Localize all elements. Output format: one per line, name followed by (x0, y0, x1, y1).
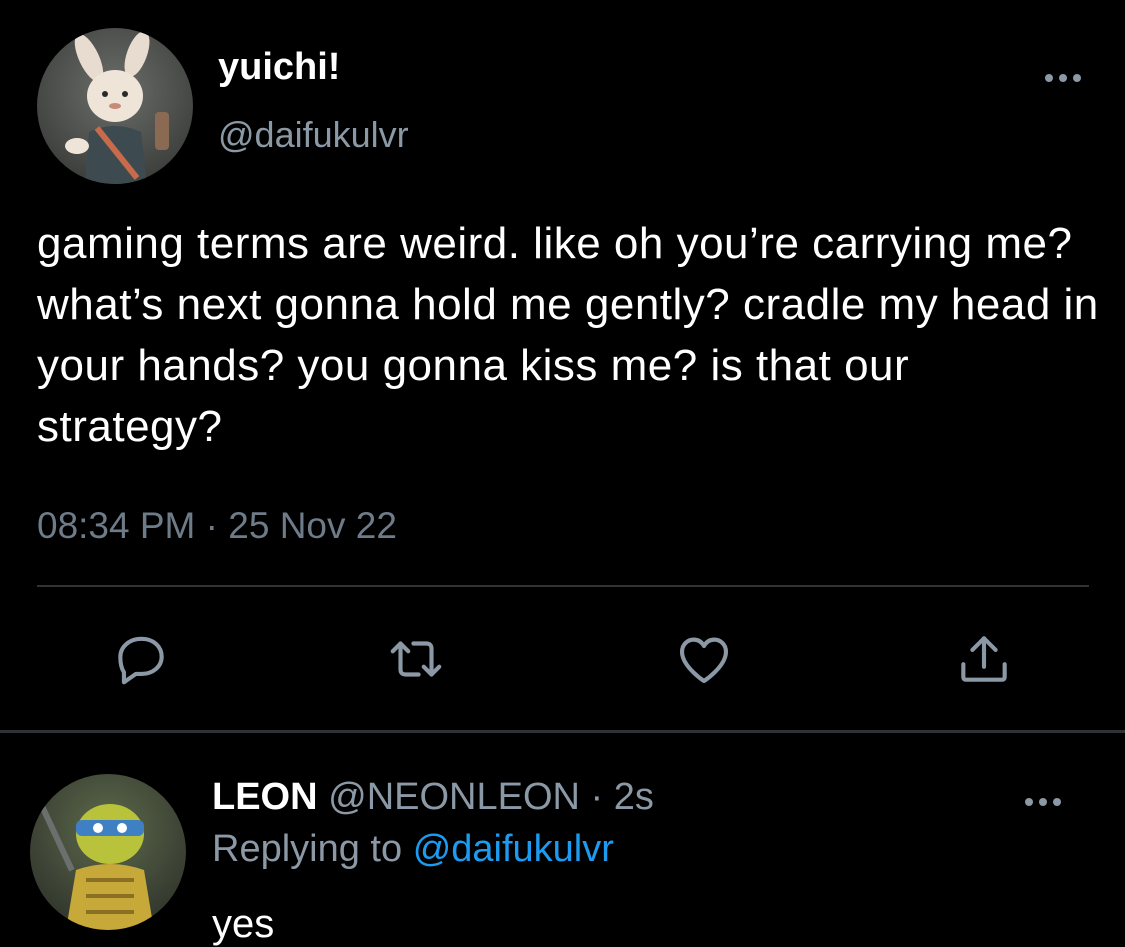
heart-icon[interactable] (673, 628, 735, 690)
reply-header: LEON @NEONLEON · 2s (212, 776, 654, 819)
more-options-icon[interactable] (1043, 60, 1083, 90)
reply-icon[interactable] (110, 628, 172, 690)
tweet-text: gaming terms are weird. like oh you’re c… (37, 219, 1099, 451)
replying-to-label: Replying to (212, 828, 403, 870)
replying-to-mention-link[interactable]: @daifukulvr (413, 828, 614, 870)
retweet-icon[interactable] (385, 628, 447, 690)
main-display-name[interactable]: yuichi! (218, 46, 340, 89)
turtle-character-icon (35, 796, 154, 930)
tweet-separator (0, 730, 1125, 733)
main-handle[interactable]: @daifukulvr (218, 114, 409, 156)
tweet-date: 25 Nov 22 (228, 505, 397, 546)
timestamp-separator: · (205, 505, 218, 546)
reply-avatar[interactable] (30, 774, 186, 930)
share-icon[interactable] (953, 628, 1015, 690)
more-options-icon[interactable] (1023, 784, 1063, 814)
tweet-timestamp: 08:34 PM · 25 Nov 22 (37, 505, 397, 547)
reply-separator: · (590, 776, 604, 818)
reply-handle-and-time: @NEONLEON · 2s (328, 776, 654, 818)
rabbit-character-icon (65, 31, 169, 184)
reply-handle[interactable]: @NEONLEON (328, 776, 580, 818)
reply-display-name[interactable]: LEON (212, 776, 318, 818)
main-avatar[interactable] (37, 28, 193, 184)
tweet-time: 08:34 PM (37, 505, 196, 546)
reply-text: yes (212, 902, 275, 946)
replying-to-line: Replying to @daifukulvr (212, 828, 614, 871)
reply-time-ago: 2s (613, 776, 654, 818)
divider (37, 585, 1089, 587)
